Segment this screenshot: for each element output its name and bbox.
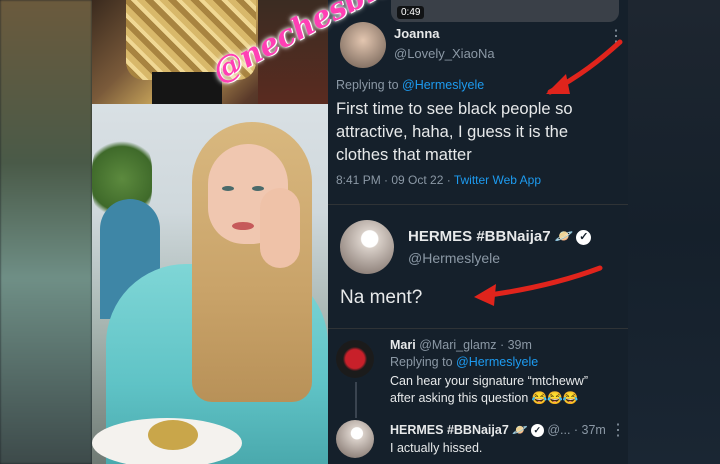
photo-lips [232, 222, 254, 230]
reply1-text-line2: after asking this question 😂😂😂 [390, 391, 579, 405]
blurred-background-right [628, 0, 720, 464]
reply1-handle-time: @Mari_glamz · 39m [419, 338, 532, 352]
tweet2-name-text: HERMES #BBNaija7 🪐 [408, 228, 574, 245]
replying-to-label: Replying to [336, 78, 403, 92]
red-arrow-annotation [474, 265, 603, 306]
photo-eye-right [252, 186, 264, 191]
tweet1-source-link[interactable]: Twitter Web App [454, 173, 541, 187]
photo-jacket [126, 0, 256, 80]
verified-badge-icon: ✓ [530, 424, 544, 438]
red-arrow-annotation [546, 39, 623, 95]
tweet1-author-name[interactable]: Joanna [394, 26, 440, 41]
reply2-handle-time: @... · 37m [547, 423, 606, 437]
photo-pants [152, 72, 222, 104]
verified-badge-icon: ✓ [576, 229, 592, 245]
divider [328, 204, 628, 205]
tweet1-meta: 8:41 PM · 09 Oct 22 · Twitter Web App [336, 173, 541, 187]
photo-hand [260, 188, 300, 268]
replying-to-link[interactable]: @Hermeslyele [402, 78, 484, 92]
photo-man-gold-jacket [92, 0, 328, 104]
tweet1-timestamp: 8:41 PM · 09 Oct 22 · [336, 173, 454, 187]
reply1-name: Mari [390, 338, 416, 352]
reply2-text: I actually hissed. [390, 441, 483, 455]
reply2-name: HERMES #BBNaija7 🪐 [390, 423, 528, 437]
tweet1-text: First time to see black people so attrac… [336, 100, 573, 164]
video-duration: 0:49 [397, 6, 425, 19]
tweet2-author-name[interactable]: HERMES #BBNaija7 🪐 ✓ [408, 227, 592, 245]
avatar-joanna[interactable] [340, 22, 386, 68]
blurred-background-left [0, 0, 92, 464]
tweet2-text: Na ment? [340, 287, 423, 308]
photo-eye-left [222, 186, 234, 191]
reply1-text-line1: Can hear your signature “mtcheww” [390, 374, 588, 388]
tweet1-author-handle[interactable]: @Lovely_XiaoNa [394, 46, 495, 61]
avatar-mari[interactable] [336, 340, 374, 378]
more-options-icon[interactable]: ⋮ [610, 420, 626, 440]
replying-to-label: Replying to [390, 355, 457, 369]
tweet1-replying-to: Replying to @Hermeslyele [336, 78, 484, 92]
photo-woman-portrait [92, 104, 328, 464]
photo-food [148, 420, 198, 450]
avatar-hermes-small[interactable] [336, 420, 374, 458]
avatar-hermes[interactable] [340, 220, 394, 274]
reply1-replying-to: Replying to @Hermeslyele [390, 355, 538, 369]
divider [328, 328, 628, 329]
replying-to-link[interactable]: @Hermeslyele [456, 355, 538, 369]
thread-connector-line [355, 382, 357, 418]
reply2-author[interactable]: HERMES #BBNaija7 🪐 ✓ @... · 37m [390, 423, 606, 438]
photo-wall [258, 0, 328, 104]
reply1-author[interactable]: Mari @Mari_glamz · 39m [390, 338, 532, 352]
video-thumbnail[interactable]: 0:49 [391, 0, 619, 22]
